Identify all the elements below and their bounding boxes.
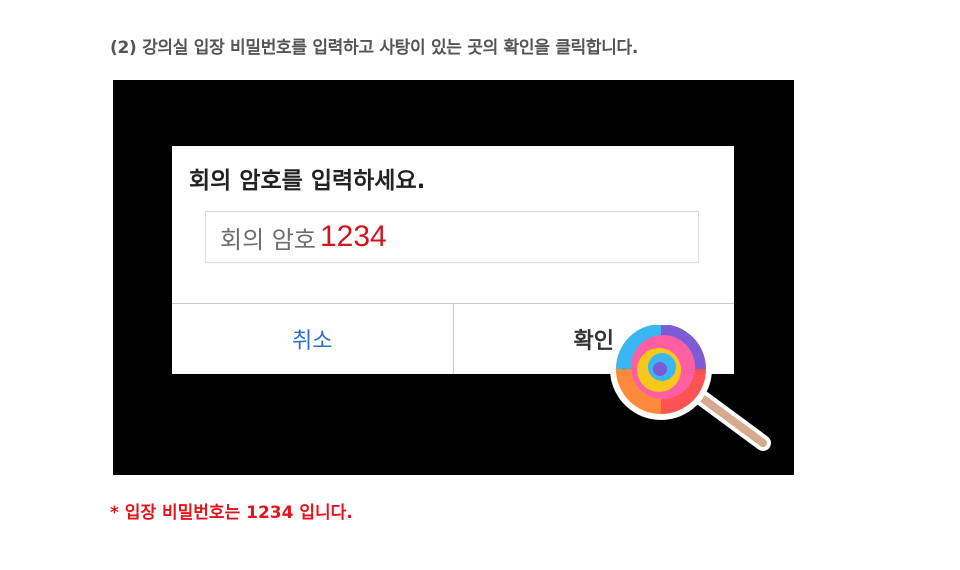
instruction-text: (2) 강의실 입장 비밀번호를 입력하고 사탕이 있는 곳의 확인을 클릭합니… [110,38,639,58]
password-placeholder: 회의 암호 [220,225,316,254]
password-value: 1234 [319,220,387,253]
dialog-title: 회의 암호를 입력하세요. [189,168,426,194]
cancel-button[interactable]: 취소 [172,304,454,374]
lollipop-icon [610,325,771,451]
password-input[interactable]: 회의 암호 1234 [205,211,699,263]
password-note: * 입장 비밀번호는 1234 입니다. [110,503,353,523]
